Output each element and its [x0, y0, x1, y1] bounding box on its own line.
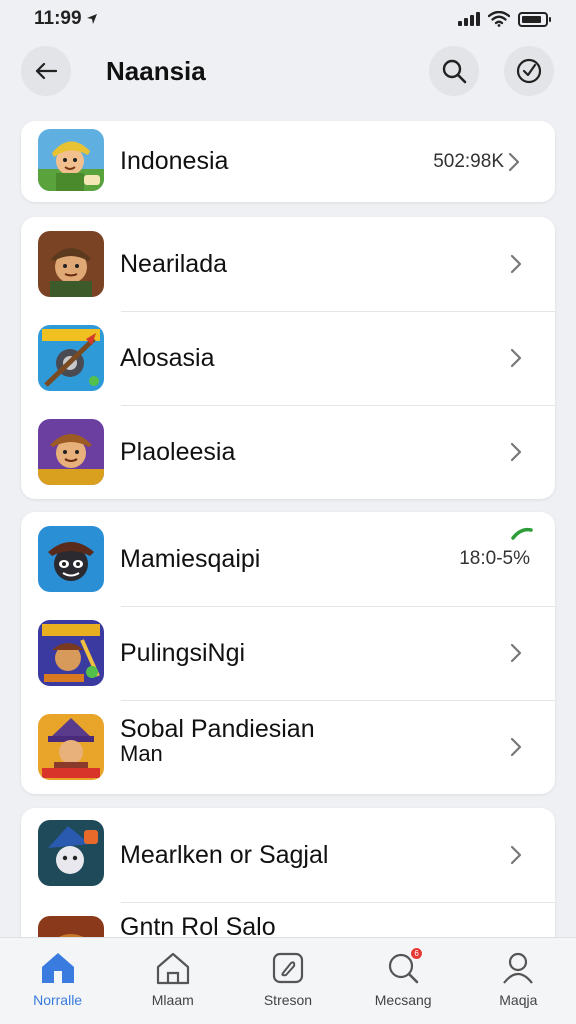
profile-icon	[500, 950, 536, 986]
nav-label: Mecsang	[374, 992, 432, 1008]
arrow-left-icon	[35, 62, 57, 80]
store-icon	[155, 950, 191, 986]
location-arrow-icon	[86, 14, 97, 24]
game-wizard-icon	[38, 714, 104, 780]
nav-item-messaging[interactable]: 6 Mecsang	[353, 947, 453, 1008]
game-hero-icon	[38, 129, 104, 191]
nav-label: Streson	[263, 992, 313, 1008]
list-item[interactable]: Indonesia 502:98K	[21, 121, 555, 202]
back-button[interactable]	[21, 46, 71, 96]
notification-badge: 6	[410, 947, 424, 960]
chevron-right-icon	[510, 254, 522, 274]
item-label: PulingsiNgi	[120, 638, 246, 667]
home-icon	[40, 950, 76, 986]
check-circle-icon	[516, 58, 542, 84]
wifi-icon	[488, 11, 510, 27]
chevron-right-icon	[510, 348, 522, 368]
cellular-signal-icon	[458, 12, 480, 26]
nav-label: Norralle	[33, 992, 83, 1008]
list-item[interactable]: Plaoleesia	[21, 405, 555, 499]
nav-item-store[interactable]: Mlaam	[123, 950, 223, 1008]
nav-label: Mlaam	[151, 992, 194, 1008]
group-card-2: Nearilada Alosasia Plaoleesia	[21, 217, 555, 499]
item-label: Plaoleesia	[120, 437, 236, 466]
chevron-right-icon	[510, 442, 522, 462]
verify-button[interactable]	[504, 46, 554, 96]
item-value: 18:0-5%	[459, 548, 530, 569]
game-warrior-icon	[38, 620, 104, 686]
chevron-right-icon	[508, 152, 520, 171]
tag-icon	[270, 950, 306, 986]
nav-item-tag[interactable]: Streson	[238, 950, 338, 1008]
list-item[interactable]: Mearlken or Sagjal	[21, 808, 555, 902]
group-card-1: Indonesia 502:98K	[21, 121, 555, 202]
battery-icon	[518, 11, 551, 27]
item-value: 502:98K	[433, 150, 504, 172]
list-item[interactable]: Alosasia	[21, 311, 555, 405]
item-label: Alosasia	[120, 343, 215, 372]
item-label: Indonesia	[120, 147, 229, 176]
page-title: Naansia	[106, 56, 206, 86]
list-item[interactable]: Sobal Pandiesian Man	[21, 700, 555, 794]
status-time: 11:99	[34, 8, 82, 29]
group-card-3: Mamiesqaipi 18:0-5% PulingsiNgi Sobal Pa…	[21, 512, 555, 794]
game-crossbow-icon	[38, 325, 104, 391]
item-label: Mearlken or Sagjal	[120, 840, 329, 869]
search-button[interactable]	[429, 46, 479, 96]
list-item[interactable]: Nearilada	[21, 217, 555, 311]
item-label: Nearilada	[120, 249, 228, 278]
header: Naansia	[0, 44, 576, 98]
trend-up-icon	[511, 527, 533, 540]
item-label: Sobal Pandiesian	[120, 715, 315, 743]
search-icon	[442, 59, 467, 84]
item-label: Mamiesqaipi	[120, 544, 261, 573]
list-item[interactable]: Mamiesqaipi 18:0-5%	[21, 512, 555, 606]
status-bar: 11:99	[0, 0, 576, 38]
nav-item-profile[interactable]: Maqja	[468, 950, 568, 1008]
bottom-nav: Norralle Mlaam Streson 6 Mecsang Maqja	[0, 937, 576, 1024]
chevron-right-icon	[510, 737, 522, 757]
chevron-right-icon	[510, 845, 522, 865]
chevron-right-icon	[510, 643, 522, 663]
nav-item-home[interactable]: Norralle	[8, 950, 108, 1008]
game-mage-icon	[38, 820, 104, 886]
game-soldier-icon	[38, 231, 104, 297]
nav-label: Maqja	[499, 992, 538, 1008]
game-adventurer-icon	[38, 419, 104, 485]
item-sublabel: Man	[120, 741, 163, 767]
game-ninja-icon	[38, 526, 104, 592]
search-notification-icon: 6	[385, 947, 424, 986]
list-item[interactable]: PulingsiNgi	[21, 606, 555, 700]
